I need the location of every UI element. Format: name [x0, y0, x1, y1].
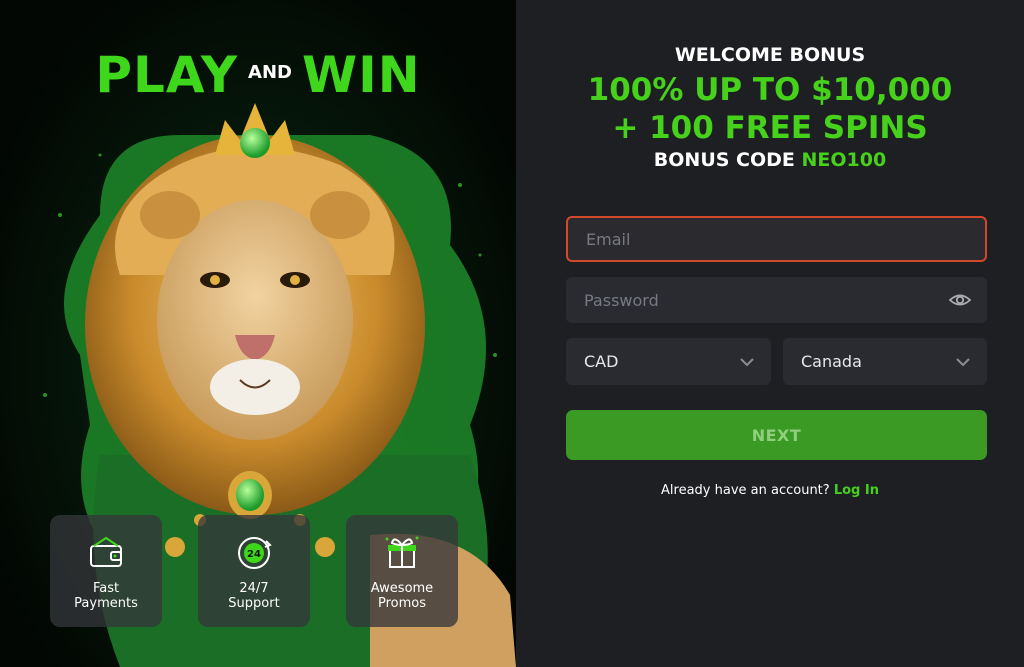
- feature-support: 24 24/7 Support: [198, 515, 310, 627]
- bonus-code: NEO100: [801, 149, 887, 171]
- feature-label: Awesome Promos: [370, 581, 434, 611]
- password-placeholder: Password: [584, 290, 659, 310]
- chevron-down-icon: [740, 358, 754, 367]
- support-24-icon: 24: [238, 537, 272, 569]
- wallet-icon: [90, 536, 122, 567]
- feature-label: Fast Payments: [74, 581, 138, 611]
- signup-panel: WELCOME BONUS 100% UP TO $10,000 + 100 F…: [516, 0, 1024, 667]
- email-field[interactable]: Email: [566, 216, 987, 262]
- feature-promos: Awesome Promos: [346, 515, 458, 627]
- bonus-title: WELCOME BONUS: [674, 44, 866, 66]
- login-link[interactable]: Log In: [834, 483, 879, 498]
- chevron-down-icon: [956, 358, 970, 367]
- svg-text:24: 24: [247, 549, 261, 560]
- login-prompt: Already have an account? Log In: [516, 483, 1024, 498]
- headline-and: AND: [248, 62, 292, 83]
- gift-icon: [385, 536, 419, 568]
- bonus-code-label: BONUS CODE: [653, 149, 795, 171]
- bonus-line-1: 100% UP TO $10,000: [587, 72, 953, 108]
- country-value: Canada: [801, 352, 862, 371]
- next-button[interactable]: NEXT: [566, 410, 987, 460]
- currency-select[interactable]: CAD: [566, 338, 771, 385]
- country-select[interactable]: Canada: [783, 338, 987, 385]
- password-field[interactable]: Password: [566, 277, 987, 323]
- feature-label: 24/7 Support: [228, 581, 280, 611]
- hero-panel: PLAY AND WIN Fast Payments 24 24/7 Suppo…: [0, 0, 516, 667]
- email-placeholder: Email: [586, 229, 631, 249]
- feature-row: Fast Payments 24 24/7 Support Awesome Pr…: [50, 515, 458, 627]
- eye-icon[interactable]: [949, 289, 971, 311]
- bonus-line-2: + 100 FREE SPINS: [612, 110, 928, 146]
- login-prompt-text: Already have an account?: [661, 483, 830, 498]
- bonus-code-line: BONUS CODE NEO100: [516, 149, 1024, 171]
- feature-fast-payments: Fast Payments: [50, 515, 162, 627]
- currency-value: CAD: [584, 352, 619, 371]
